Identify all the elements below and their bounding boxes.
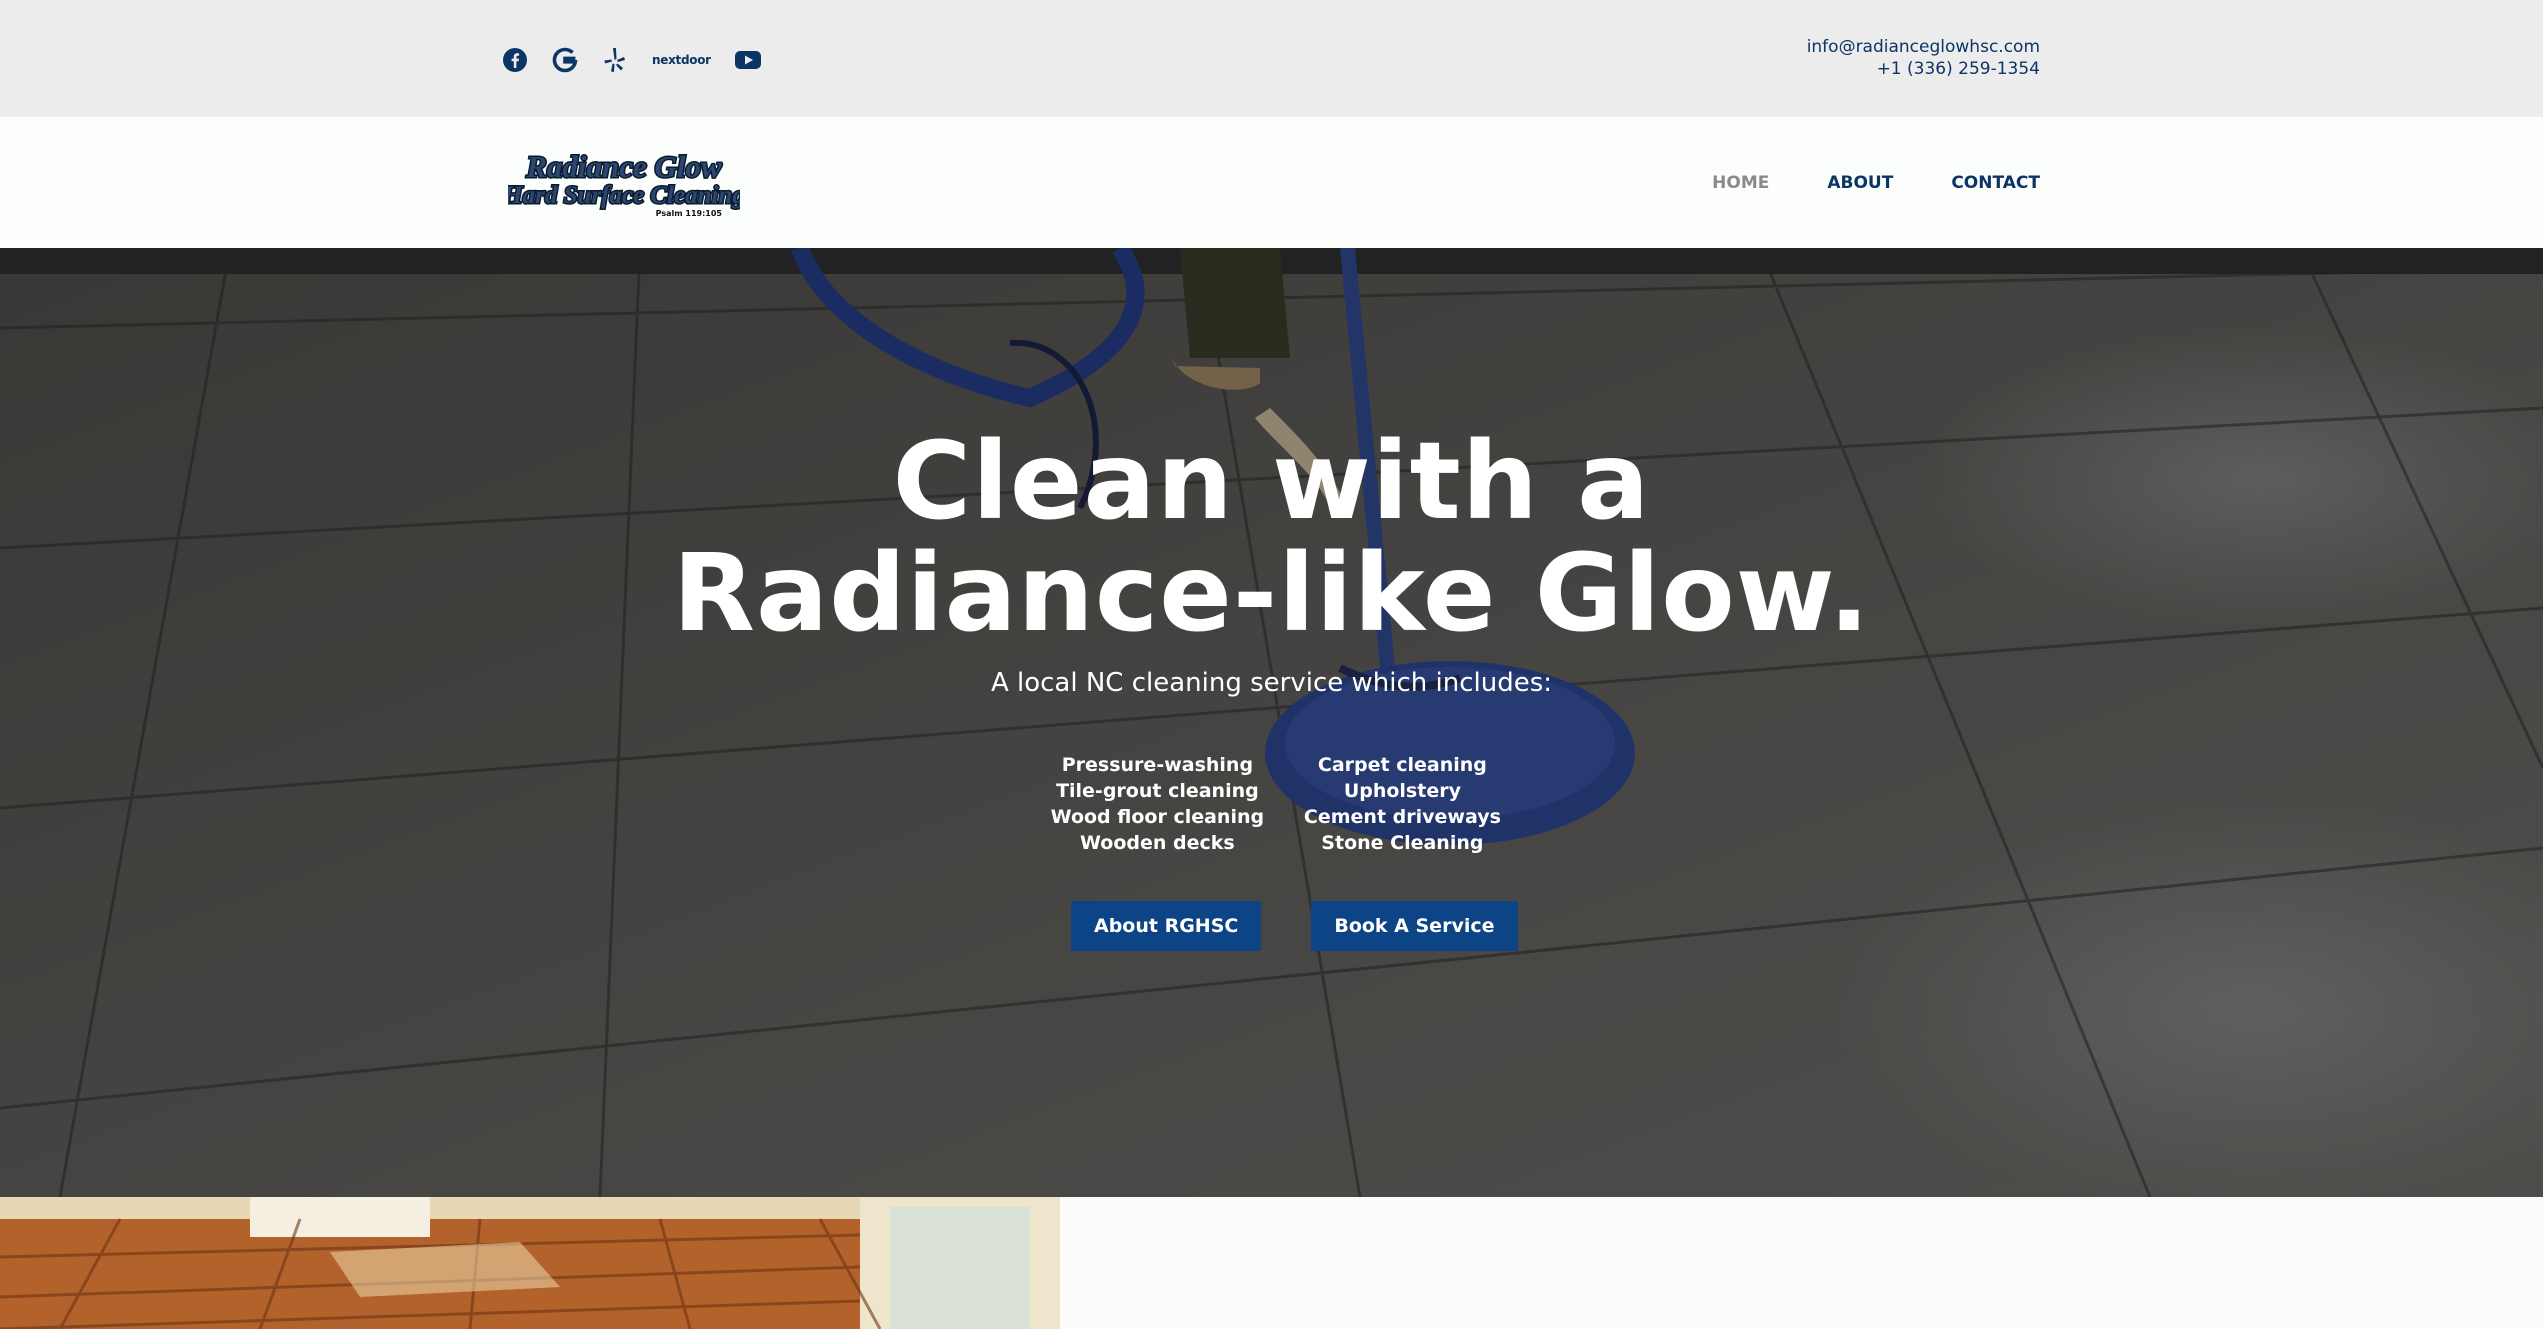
site-header: Radiance Glow Radiance Glow Hard Surface… xyxy=(0,117,2543,248)
hero-subtitle: A local NC cleaning service which includ… xyxy=(990,668,1553,698)
services-column-right: Carpet cleaning Upholstery Cement drivew… xyxy=(1285,752,1520,856)
service-item: Pressure-washing xyxy=(1061,754,1254,776)
phone-link[interactable]: +1 (336) 259-1354 xyxy=(1807,58,2040,80)
hero-section: Clean with a Radiance-like Glow. A local… xyxy=(0,248,2543,1197)
services-list: Pressure-washing Tile-grout cleaning Woo… xyxy=(1010,752,1530,856)
hero-title-line-1: Clean with a xyxy=(892,420,1651,544)
hero-title: Clean with a Radiance-like Glow. xyxy=(0,426,2543,650)
tile-floor-photo xyxy=(0,1197,1060,1329)
hero-overlay xyxy=(0,248,2543,1197)
facebook-icon[interactable] xyxy=(500,45,530,75)
nav-about[interactable]: ABOUT xyxy=(1827,173,1893,193)
service-item: Carpet cleaning xyxy=(1317,754,1487,776)
about-rghsc-button[interactable]: About RGHSC xyxy=(1071,901,1262,951)
services-column-left: Pressure-washing Tile-grout cleaning Woo… xyxy=(1030,752,1285,856)
service-item: Wooden decks xyxy=(1080,832,1235,854)
yelp-icon[interactable] xyxy=(600,45,630,75)
service-item: Cement driveways xyxy=(1303,806,1501,828)
top-contact-bar: nextdoor info@radianceglowhsc.com +1 (33… xyxy=(0,0,2543,117)
nav-home[interactable]: HOME xyxy=(1712,173,1769,193)
service-item: Wood floor cleaning xyxy=(1050,806,1265,828)
site-logo[interactable]: Radiance Glow Radiance Glow Hard Surface… xyxy=(501,147,747,219)
google-icon[interactable] xyxy=(550,45,580,75)
youtube-icon[interactable] xyxy=(733,45,763,75)
service-item: Tile-grout cleaning xyxy=(1056,780,1259,802)
svg-text:Hard Surface Cleaning: Hard Surface Cleaning xyxy=(508,182,740,209)
nextdoor-icon[interactable]: nextdoor xyxy=(650,53,713,67)
hero-buttons: About RGHSC Book A Service xyxy=(1071,901,1518,951)
service-item: Upholstery xyxy=(1343,780,1461,802)
nav-contact[interactable]: CONTACT xyxy=(1951,173,2040,193)
svg-text:Radiance Glow: Radiance Glow xyxy=(525,149,722,184)
contact-info: info@radianceglowhsc.com +1 (336) 259-13… xyxy=(1807,36,2040,80)
svg-text:Psalm 119:105: Psalm 119:105 xyxy=(656,209,723,218)
email-link[interactable]: info@radianceglowhsc.com xyxy=(1807,36,2040,58)
hero-title-line-2: Radiance-like Glow. xyxy=(672,532,1871,656)
social-links: nextdoor xyxy=(500,44,763,76)
main-nav: HOME ABOUT CONTACT xyxy=(1712,173,2040,193)
content-panel xyxy=(1060,1197,2543,1329)
service-item: Stone Cleaning xyxy=(1321,832,1484,854)
book-service-button[interactable]: Book A Service xyxy=(1311,901,1518,951)
